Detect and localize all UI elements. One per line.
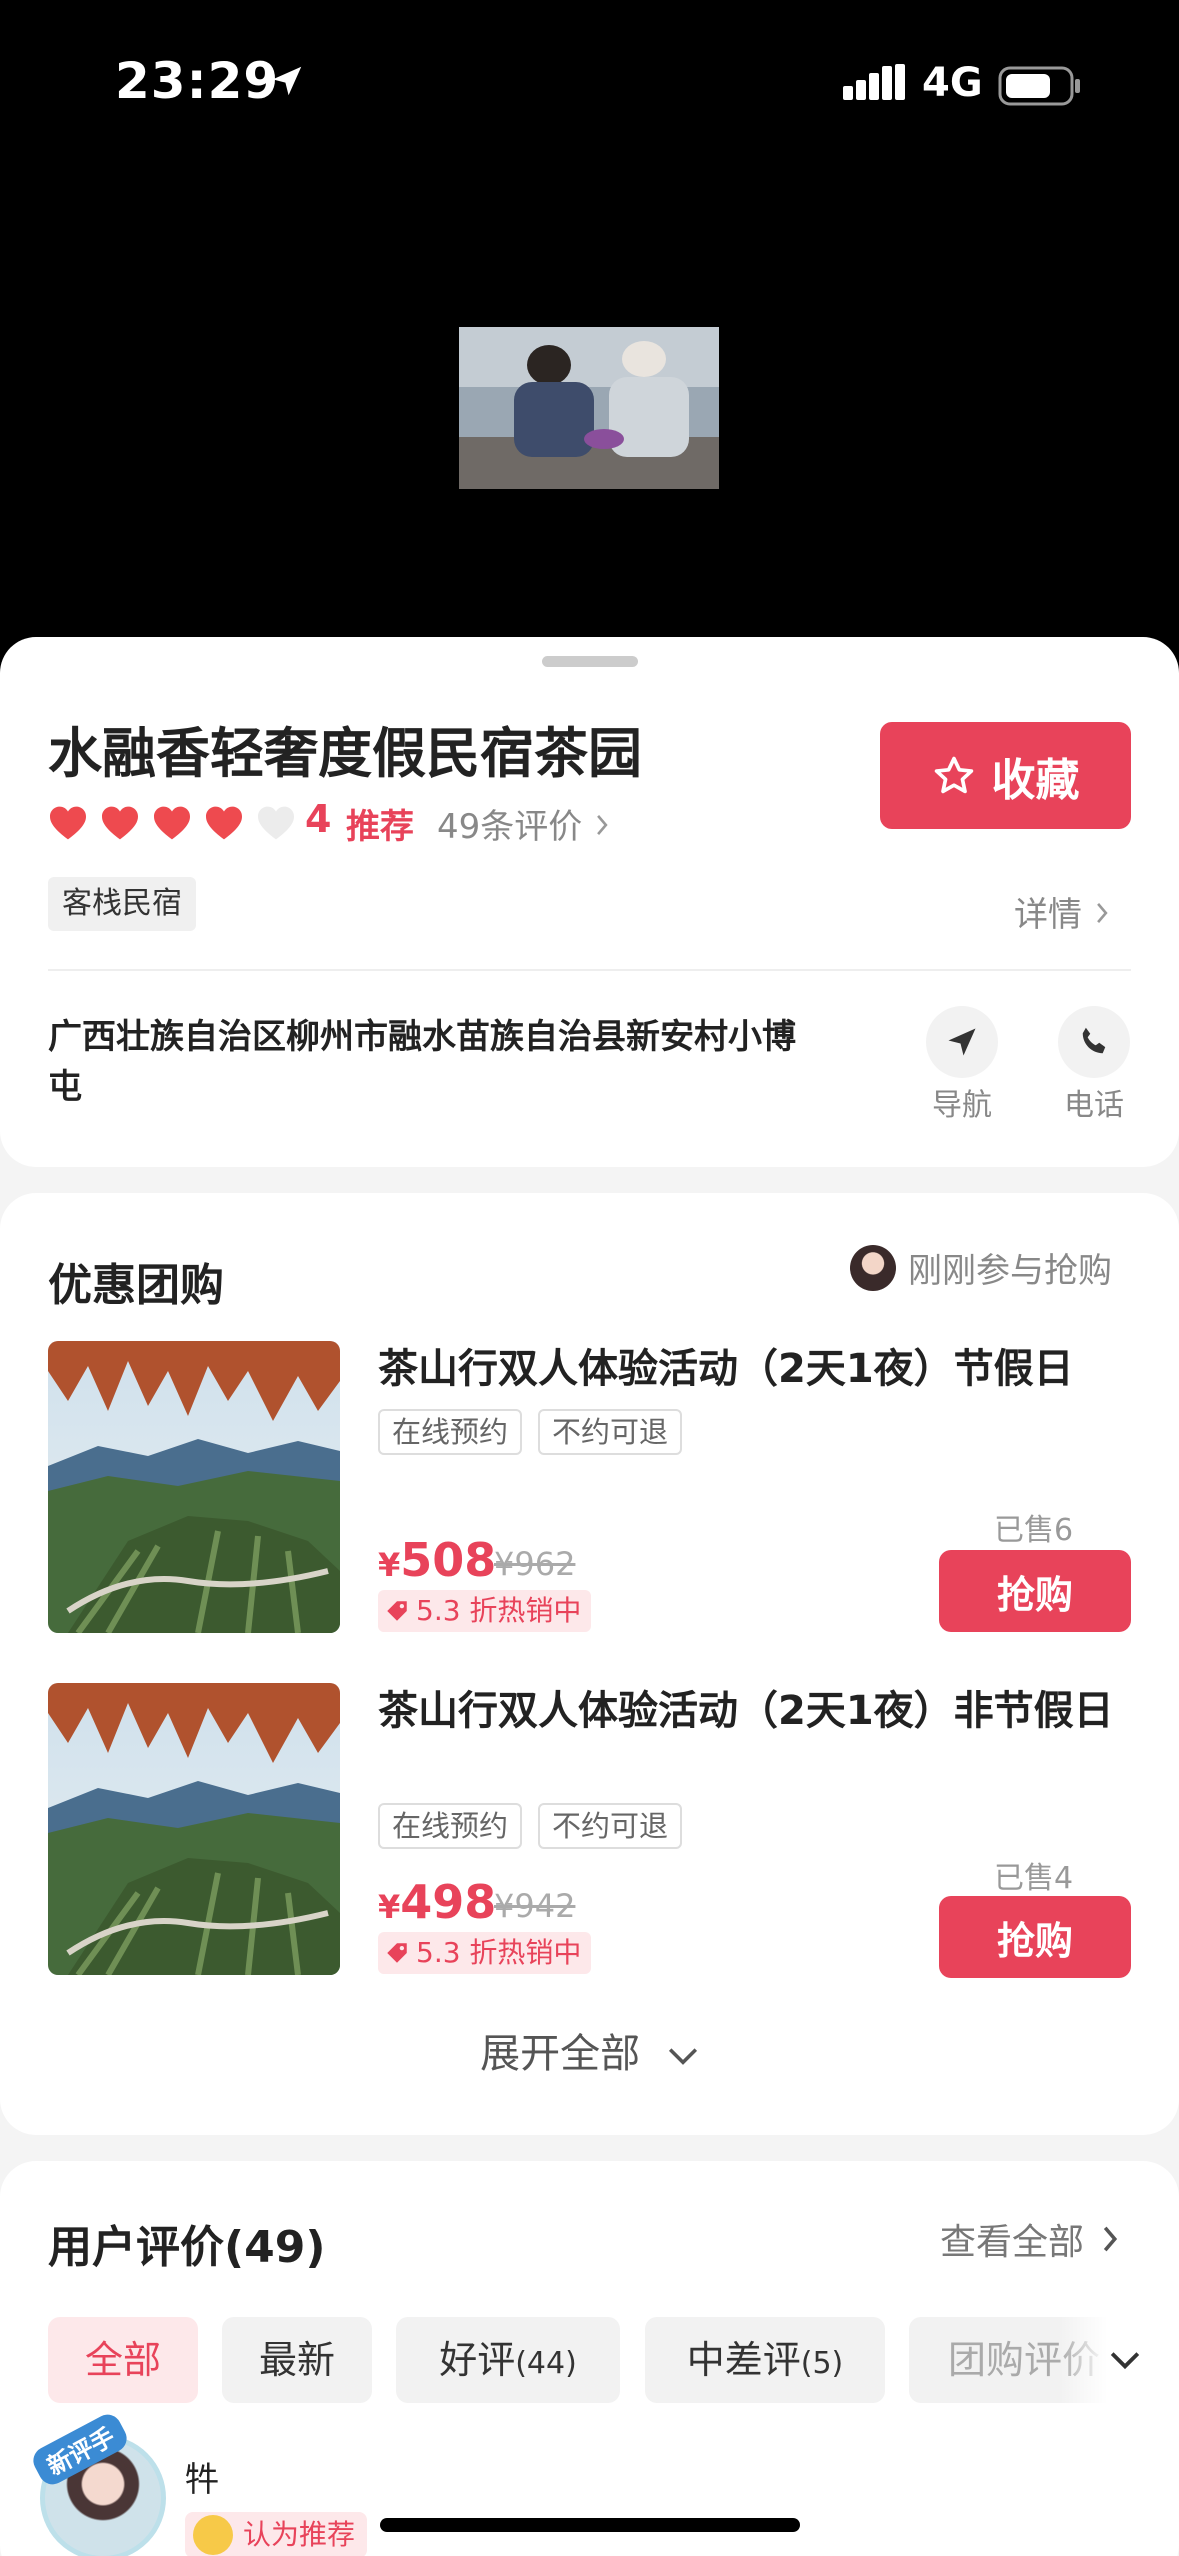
deal-tag: 不约可退 bbox=[538, 1409, 683, 1455]
shop-name: 水融香轻奢度假民宿茶园 bbox=[48, 722, 642, 785]
filter-count: (44) bbox=[515, 2346, 577, 2381]
discount-text: 5.3 折热销中 bbox=[416, 1594, 582, 1627]
deal-title[interactable]: 茶山行双人体验活动（2天1夜）节假日 bbox=[378, 1343, 1138, 1396]
phone-button[interactable] bbox=[1058, 1006, 1130, 1078]
filter-tab-negative[interactable]: 中差评(5) bbox=[645, 2317, 885, 2403]
tea-garden-image bbox=[48, 1341, 340, 1633]
group-buy-title: 优惠团购 bbox=[48, 1260, 224, 1311]
filter-tab-all[interactable]: 全部 bbox=[48, 2317, 198, 2403]
signal-icon bbox=[843, 64, 905, 100]
expand-all-label: 展开全部 bbox=[480, 2031, 641, 2077]
review-count-text: 49条评价 bbox=[437, 807, 583, 847]
video-frame-image bbox=[459, 327, 719, 489]
filter-tab-positive[interactable]: 好评(44) bbox=[396, 2317, 620, 2403]
recommend-badge: 认为推荐 bbox=[185, 2512, 368, 2556]
detail-link[interactable]: 详情 bbox=[1014, 887, 1111, 936]
rating-hearts bbox=[48, 805, 296, 841]
currency-symbol: ¥ bbox=[378, 1546, 401, 1584]
deal-price: ¥508 bbox=[378, 1533, 496, 1587]
discount-badge: 5.3 折热销中 bbox=[378, 1590, 592, 1632]
reviewer-name: 牪 bbox=[185, 2460, 219, 2500]
filter-tab-latest[interactable]: 最新 bbox=[222, 2317, 372, 2403]
heart-filled-icon bbox=[154, 806, 190, 840]
rating-score: 4 bbox=[305, 797, 332, 841]
price-tag-icon bbox=[387, 1943, 407, 1963]
buyer-avatar bbox=[850, 1244, 896, 1291]
filter-count: (5) bbox=[800, 2346, 844, 2381]
see-all-reviews-link[interactable]: 查看全部 bbox=[940, 2213, 1120, 2265]
discount-badge: 5.3 折热销中 bbox=[378, 1932, 592, 1974]
navigation-arrow-icon bbox=[948, 1028, 976, 1056]
filter-label: 好评 bbox=[439, 2338, 516, 2382]
filter-label: 最新 bbox=[258, 2338, 335, 2382]
divider bbox=[48, 969, 1131, 971]
home-indicator[interactable] bbox=[380, 2518, 800, 2532]
currency-symbol: ¥ bbox=[378, 1888, 401, 1926]
recommend-text: 认为推荐 bbox=[243, 2518, 356, 2551]
video-thumbnail[interactable] bbox=[459, 327, 719, 489]
category-tag: 客栈民宿 bbox=[48, 877, 196, 931]
group-buy-card: 优惠团购 刚刚参与抢购 茶山行双人体验活动（2天1夜）节假日 在线预约 不约可退… bbox=[0, 1193, 1179, 2135]
deal-tag: 不约可退 bbox=[538, 1803, 683, 1849]
shop-address: 广西壮族自治区柳州市融水苗族自治县新安村小博屯 bbox=[48, 1017, 796, 1107]
heart-empty-icon bbox=[258, 806, 294, 840]
deal-thumbnail[interactable] bbox=[48, 1341, 340, 1633]
navigate-label: 导航 bbox=[932, 1088, 992, 1123]
recent-buyer: 刚刚参与抢购 bbox=[850, 1243, 1112, 1292]
smile-emoji-icon bbox=[193, 2515, 233, 2555]
sold-count: 已售6 bbox=[994, 1513, 1074, 1548]
filter-label: 中差评 bbox=[686, 2338, 801, 2382]
deal-tag: 在线预约 bbox=[378, 1409, 523, 1455]
expand-all-button[interactable]: 展开全部 bbox=[0, 2021, 1179, 2079]
original-price: ¥962 bbox=[494, 1545, 576, 1583]
recent-buyer-text: 刚刚参与抢购 bbox=[908, 1251, 1112, 1291]
heart-filled-icon bbox=[50, 806, 86, 840]
status-bar: 23:29 4G bbox=[0, 0, 1179, 175]
deal-thumbnail[interactable] bbox=[48, 1683, 340, 1975]
original-price: ¥942 bbox=[494, 1887, 576, 1925]
chevron-right-icon bbox=[1096, 903, 1108, 923]
see-all-label: 查看全部 bbox=[940, 2222, 1085, 2263]
review-count-link[interactable]: 49条评价 bbox=[437, 799, 611, 848]
phone-label: 电话 bbox=[1064, 1088, 1124, 1123]
phone-icon bbox=[1082, 1027, 1106, 1054]
location-arrow-icon bbox=[272, 66, 302, 96]
favorite-label: 收藏 bbox=[991, 754, 1080, 806]
price-tag-icon bbox=[387, 1601, 407, 1621]
buy-button[interactable]: 抢购 bbox=[939, 1896, 1131, 1978]
sold-count: 已售4 bbox=[994, 1861, 1074, 1896]
deal-tag: 在线预约 bbox=[378, 1803, 523, 1849]
battery-icon bbox=[998, 66, 1080, 106]
navigate-button[interactable] bbox=[926, 1006, 998, 1078]
tea-garden-image bbox=[48, 1683, 340, 1975]
chevron-right-icon bbox=[1103, 2226, 1118, 2252]
deal-price: ¥498 bbox=[378, 1875, 496, 1929]
favorite-button[interactable]: 收藏 bbox=[880, 722, 1131, 829]
status-time: 23:29 bbox=[115, 52, 280, 110]
detail-label: 详情 bbox=[1014, 895, 1082, 935]
discount-text: 5.3 折热销中 bbox=[416, 1936, 582, 1969]
chevron-down-icon bbox=[668, 2048, 697, 2065]
heart-filled-icon bbox=[102, 806, 138, 840]
chevron-right-icon bbox=[597, 815, 608, 835]
drag-handle[interactable] bbox=[542, 656, 638, 667]
heart-filled-icon bbox=[206, 806, 242, 840]
rating-text: 推荐 bbox=[346, 807, 414, 847]
filter-label: 全部 bbox=[84, 2338, 161, 2382]
buy-button[interactable]: 抢购 bbox=[939, 1550, 1131, 1632]
shop-info-card: 水融香轻奢度假民宿茶园 收藏 4 推荐 49条评价 客栈民宿 详情 广西壮族自治… bbox=[0, 637, 1179, 1167]
reviews-title: 用户评价(49) bbox=[48, 2222, 326, 2273]
price-value: 498 bbox=[400, 1875, 497, 1929]
star-icon bbox=[934, 756, 973, 793]
reviews-card: 用户评价(49) 查看全部 全部 最新 好评(44) 中差评(5) 团购评价 bbox=[0, 2161, 1179, 2556]
price-value: 508 bbox=[400, 1533, 497, 1587]
deal-title[interactable]: 茶山行双人体验活动（2天1夜）非节假日 bbox=[378, 1685, 1138, 1738]
chevron-down-icon[interactable] bbox=[1109, 2349, 1141, 2371]
network-type: 4G bbox=[922, 60, 983, 106]
